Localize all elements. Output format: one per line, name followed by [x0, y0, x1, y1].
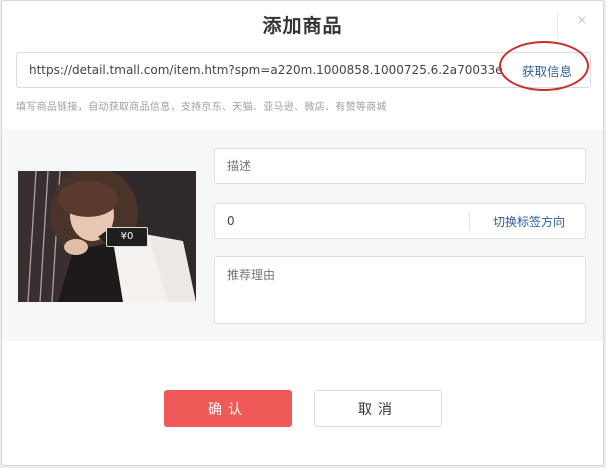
add-product-dialog: 添加商品 × 获取信息 填写商品链接，自动获取商品信息，支持京东、天猫、亚马逊、… — [1, 0, 604, 466]
url-hint: 填写商品链接，自动获取商品信息，支持京东、天猫、亚马逊、微店、有赞等商城 — [16, 102, 387, 113]
close-divider — [557, 13, 558, 37]
recommend-reason-input[interactable] — [214, 256, 586, 324]
product-url-input[interactable] — [17, 53, 503, 87]
price-divider — [469, 212, 470, 230]
price-tag[interactable]: ¥0 — [98, 227, 148, 247]
price-field: 切换标签方向 — [214, 203, 586, 239]
cancel-button[interactable]: 取消 — [314, 390, 442, 427]
confirm-button[interactable]: 确认 — [164, 390, 292, 427]
url-row: 获取信息 — [16, 52, 591, 88]
close-icon[interactable]: × — [572, 11, 592, 31]
dialog-title: 添加商品 — [262, 15, 343, 37]
fetch-info-button[interactable]: 获取信息 — [504, 53, 590, 87]
description-input[interactable] — [214, 148, 586, 184]
switch-tag-direction-button[interactable]: 切换标签方向 — [477, 204, 581, 238]
price-input[interactable] — [215, 204, 465, 238]
